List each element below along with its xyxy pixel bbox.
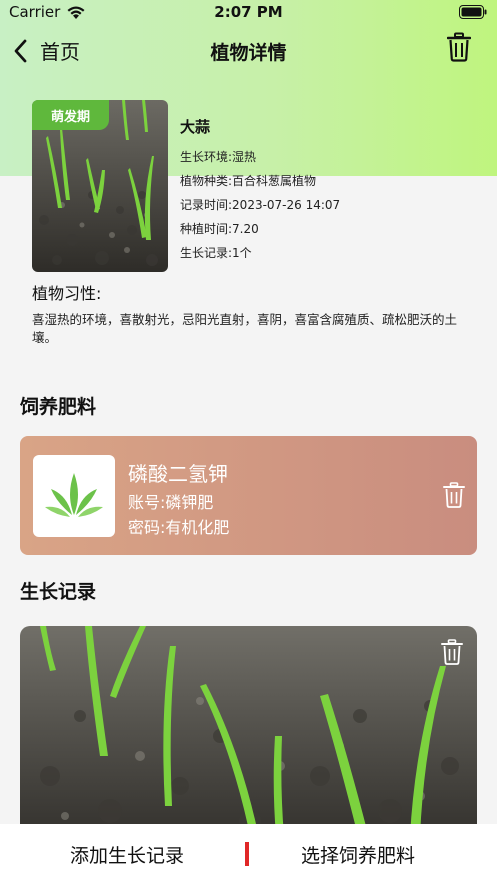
clock: 2:07 PM xyxy=(214,3,283,21)
fertilizer-card[interactable]: 磷酸二氢钾 账号:磷钾肥 密码:有机化肥 xyxy=(20,436,477,555)
add-growth-record-button[interactable]: 添加生长记录 xyxy=(70,841,184,868)
bottom-bar-divider xyxy=(245,842,249,866)
plant-planting-time: 种植时间:7.20 xyxy=(180,222,259,236)
leaf-logo-icon xyxy=(33,455,115,537)
fertilizer-account: 账号:磷钾肥 xyxy=(128,493,214,512)
plant-growth-count: 生长记录:1个 xyxy=(180,246,252,260)
growth-record-card[interactable] xyxy=(20,626,477,836)
delete-plant-button[interactable] xyxy=(446,32,472,66)
growth-record-photo xyxy=(20,626,477,836)
page-title: 植物详情 xyxy=(210,42,287,64)
nav-bar: 首页 植物详情 xyxy=(0,26,497,76)
fertilizer-section-title: 饲养肥料 xyxy=(20,396,97,418)
growth-stage-badge: 萌发期 xyxy=(32,100,109,130)
plant-species: 植物种类:百合科葱属植物 xyxy=(180,174,317,188)
habit-label: 植物习性: xyxy=(32,284,102,303)
plant-name: 大蒜 xyxy=(180,118,211,136)
trash-icon xyxy=(446,32,472,62)
growth-section-title: 生长记录 xyxy=(20,581,97,603)
habit-text: 喜湿热的环境，喜散射光，忌阳光直射，喜阴，喜富含腐殖质、疏松肥沃的土壤。 xyxy=(32,312,458,345)
battery-icon xyxy=(459,5,487,23)
plant-record-time: 记录时间:2023-07-26 14:07 xyxy=(180,198,341,212)
fertilizer-password: 密码:有机化肥 xyxy=(128,518,230,537)
delete-fertilizer-button[interactable] xyxy=(443,482,465,512)
trash-icon xyxy=(441,639,463,665)
trash-icon xyxy=(443,482,465,508)
bottom-action-bar: 添加生长记录 选择饲养肥料 xyxy=(0,824,497,883)
plant-info: 大蒜 生长环境:湿热 植物种类:百合科葱属植物 记录时间:2023-07-26 … xyxy=(180,116,340,265)
select-fertilizer-button[interactable]: 选择饲养肥料 xyxy=(301,841,415,868)
plant-environment: 生长环境:湿热 xyxy=(180,150,257,164)
fertilizer-name: 磷酸二氢钾 xyxy=(128,462,228,486)
delete-record-button[interactable] xyxy=(441,639,463,669)
status-bar: Carrier 2:07 PM xyxy=(0,0,497,26)
